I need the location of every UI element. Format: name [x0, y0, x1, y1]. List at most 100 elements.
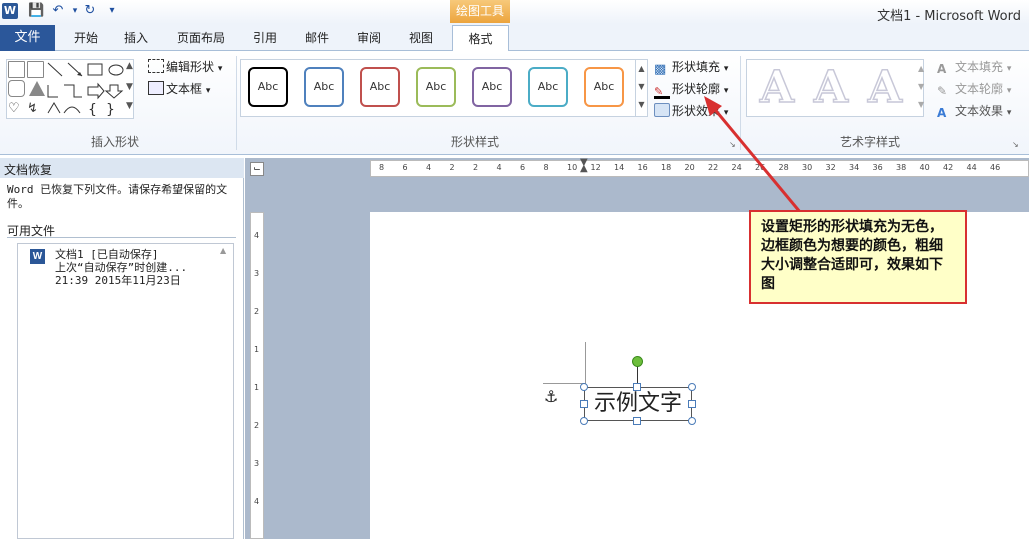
shape-fill-button[interactable]: ▩ 形状填充 ▾: [654, 58, 728, 77]
context-tab-drawing-tools: 绘图工具: [450, 0, 510, 23]
pen-icon: ✎: [654, 85, 670, 99]
recovery-pane-title: 文档恢复: [0, 158, 244, 178]
ruler-tick-label: 3: [254, 459, 260, 468]
svg-text:{: {: [88, 102, 97, 117]
gallery-scroll-down-icon[interactable]: ▼: [126, 82, 133, 92]
divider: [7, 237, 236, 238]
undo-dropdown-icon[interactable]: ▾: [67, 3, 83, 19]
tab-references[interactable]: 引用: [246, 25, 284, 51]
ruler-tick-label: 8: [379, 163, 385, 172]
gallery-scroll-up-icon[interactable]: ▲: [126, 61, 133, 71]
ruler-tick-label: 2: [449, 163, 455, 172]
group-divider: [236, 56, 237, 150]
shape-fill-label: 形状填充: [672, 60, 721, 74]
sample-text-box[interactable]: 示例文字: [584, 387, 692, 421]
file-name: 文档1 [已自动保存]: [55, 248, 159, 261]
tab-page-layout[interactable]: 页面布局: [170, 25, 232, 51]
shape-styles-group-label: 形状样式: [450, 135, 499, 149]
tab-format[interactable]: 格式: [452, 25, 509, 52]
shape-style-swatch[interactable]: Abc: [472, 67, 512, 107]
tab-insert[interactable]: 插入: [116, 25, 156, 51]
ruler-tick-label: 4: [254, 231, 260, 240]
tab-review[interactable]: 审阅: [350, 25, 388, 51]
svg-text:}: }: [106, 102, 115, 117]
triangle-shape-icon[interactable]: [29, 81, 45, 96]
vertical-textbox-shape-icon[interactable]: [27, 61, 44, 78]
ruler-tick-label: 6: [402, 163, 408, 172]
word-app-icon[interactable]: W: [2, 3, 18, 19]
text-box-button[interactable]: 文本框 ▾: [148, 80, 210, 97]
text-fill-button[interactable]: A 文本填充 ▾: [937, 58, 1011, 76]
text-fill-icon: A: [937, 62, 947, 76]
wordart-sample-2[interactable]: A: [806, 63, 856, 113]
ruler-tick-label: 16: [637, 163, 648, 172]
tab-file[interactable]: 文件: [0, 25, 55, 51]
ruler-tick-label: 1: [254, 383, 260, 392]
ruler-tick-label: 40: [919, 163, 930, 172]
text-box-label: 文本框: [166, 82, 203, 96]
vertical-ruler: 4 3 2 1 1 2 3 4: [250, 212, 264, 539]
resize-handle[interactable]: [580, 417, 588, 425]
wordart-scroll-icons[interactable]: ▲ ▼ ▼: [918, 60, 924, 114]
ruler-tick-label: 8: [543, 163, 549, 172]
tab-home[interactable]: 开始: [66, 25, 106, 51]
resize-handle[interactable]: [633, 383, 641, 391]
wordart-dialog-launcher-icon[interactable]: ↘: [1012, 140, 1019, 149]
shapes-icons[interactable]: { }: [46, 61, 134, 117]
shape-style-swatch[interactable]: Abc: [360, 67, 400, 107]
file-time: 21:39 2015年11月23日: [55, 274, 181, 287]
list-scroll-up-icon[interactable]: ▲: [220, 246, 226, 255]
redo-icon[interactable]: ↻: [82, 3, 98, 19]
recovered-file-item[interactable]: 文档1 [已自动保存] 上次“自动保存”时创建... 21:39 2015年11…: [55, 248, 187, 287]
ruler-tick-label: 18: [661, 163, 672, 172]
save-icon[interactable]: 💾: [28, 3, 44, 19]
ruler-tick-label: 36: [872, 163, 883, 172]
anchor-icon: ⚓: [544, 387, 559, 406]
indent-marker-icon[interactable]: ▼ ▲: [580, 158, 588, 174]
resize-handle[interactable]: [688, 400, 696, 408]
annotation-callout: 设置矩形的形状填充为无色，边框颜色为想要的颜色，粗细大小调整合适即可，效果如下图: [749, 210, 967, 304]
ruler-tick-label: 32: [825, 163, 836, 172]
customize-toolbar-icon[interactable]: ▾: [104, 3, 120, 19]
heart-shape-icon[interactable]: ♡: [8, 101, 20, 116]
textbox-shape-icon[interactable]: [8, 61, 25, 78]
shape-style-swatch[interactable]: Abc: [528, 67, 568, 107]
text-outline-button[interactable]: ✎ 文本轮廓 ▾: [937, 80, 1011, 98]
resize-handle[interactable]: [580, 400, 588, 408]
resize-handle[interactable]: [580, 383, 588, 391]
shape-style-swatch[interactable]: Abc: [304, 67, 344, 107]
shape-style-swatch[interactable]: Abc: [416, 67, 456, 107]
shape-style-swatch[interactable]: Abc: [584, 67, 624, 107]
ruler-tick-label: 4: [426, 163, 432, 172]
tab-mailings[interactable]: 邮件: [298, 25, 336, 51]
annotation-arrow: [704, 96, 802, 213]
gallery-more-icon[interactable]: ▼: [126, 101, 133, 111]
ruler-tick-label: 2: [254, 421, 260, 430]
resize-handle[interactable]: [688, 383, 696, 391]
undo-icon[interactable]: ↶: [50, 3, 66, 19]
text-fill-label: 文本填充: [955, 60, 1004, 74]
text-outline-label: 文本轮廓: [955, 82, 1004, 96]
shape-style-swatch[interactable]: Abc: [248, 67, 288, 107]
text-outline-icon: ✎: [937, 84, 948, 98]
edit-shape-button[interactable]: 编辑形状 ▾: [148, 58, 222, 75]
tab-selector-button[interactable]: ⌙: [250, 162, 264, 176]
ruler-tick-label: 14: [614, 163, 625, 172]
resize-handle[interactable]: [688, 417, 696, 425]
rounded-rect-shape-icon[interactable]: [8, 80, 25, 97]
tab-view[interactable]: 视图: [402, 25, 440, 51]
lightning-shape-icon[interactable]: ↯: [27, 101, 38, 116]
recovery-message: Word 已恢复下列文件。请保存希望保留的文件。: [7, 183, 228, 210]
rotate-handle[interactable]: [632, 356, 643, 367]
wordart-sample-3[interactable]: A: [860, 63, 910, 113]
margin-guide: [585, 342, 586, 384]
styles-scroll-icons[interactable]: ▲ ▼ ▼: [635, 60, 647, 116]
word-document-icon: W: [30, 249, 45, 264]
ruler-tick-label: 46: [990, 163, 1001, 172]
ruler-tick-label: 2: [254, 307, 260, 316]
ruler-tick-label: 34: [849, 163, 860, 172]
insert-shapes-group-label: 插入形状: [90, 135, 139, 149]
resize-handle[interactable]: [633, 417, 641, 425]
text-effects-button[interactable]: A 文本效果 ▾: [937, 102, 1011, 120]
ruler-tick-label: 42: [943, 163, 954, 172]
